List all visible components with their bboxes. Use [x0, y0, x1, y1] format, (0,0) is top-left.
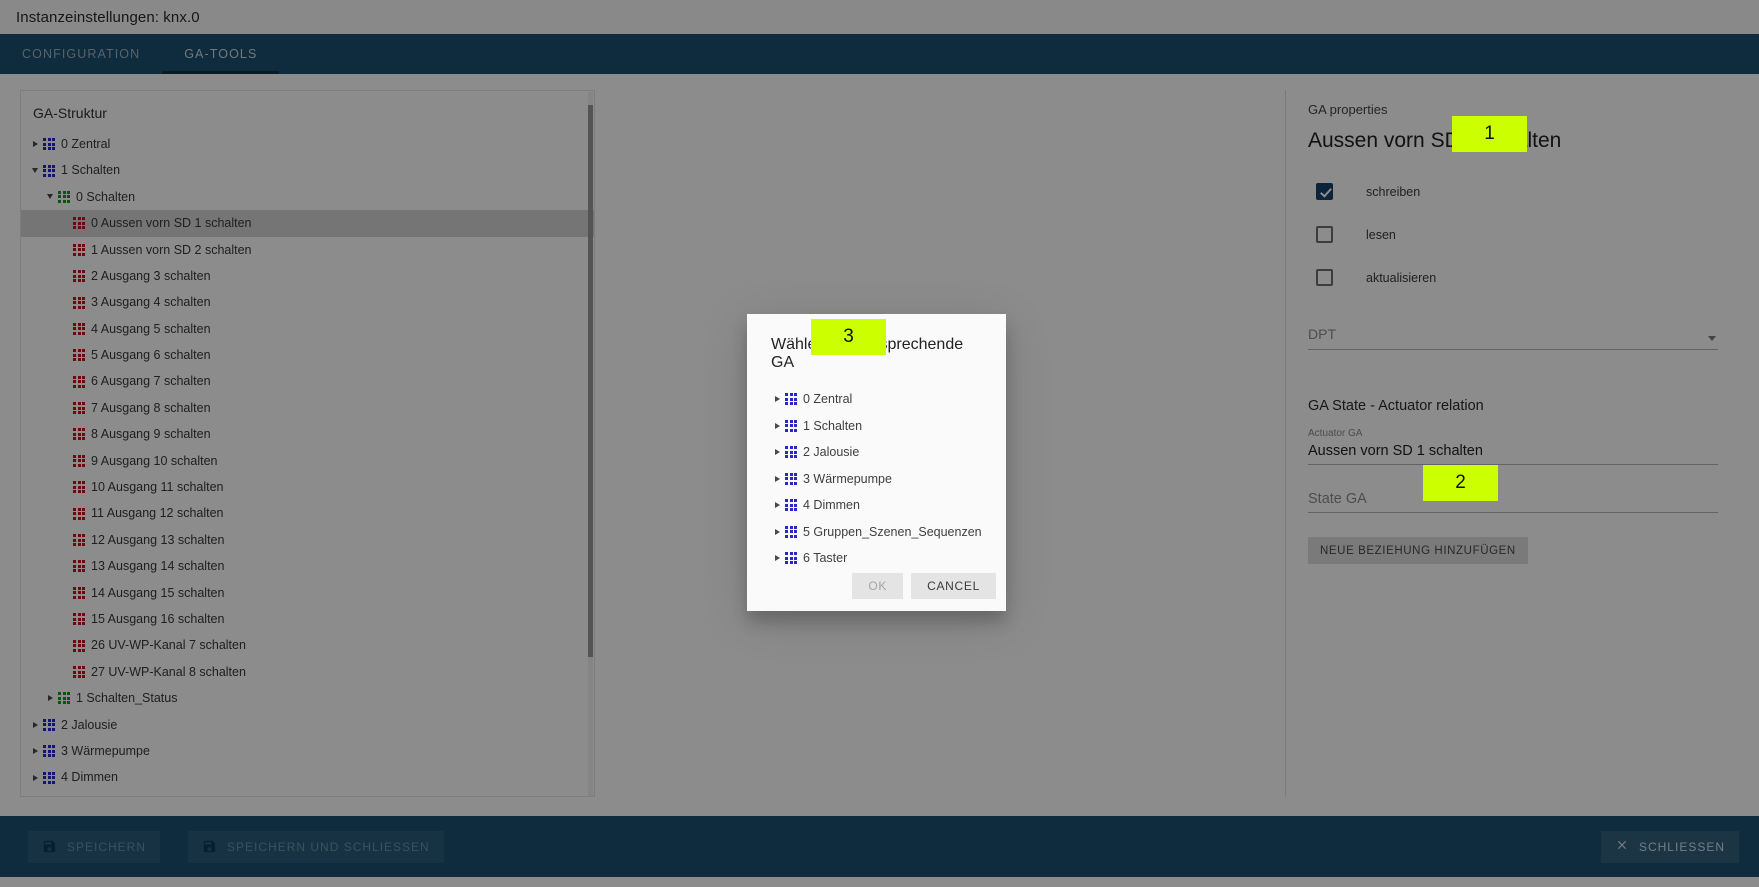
chevron-right-icon[interactable] [769, 444, 785, 460]
chevron-right-icon[interactable] [769, 524, 785, 540]
ga-group-icon [785, 472, 797, 485]
dialog-tree-item-label: 1 Schalten [803, 418, 863, 433]
chevron-right-icon[interactable] [769, 418, 785, 434]
dialog-tree-row[interactable]: 1 Schalten [769, 413, 996, 440]
dialog-tree-row[interactable]: 3 Wärmepumpe [769, 466, 996, 493]
dialog-tree-item-label: 5 Gruppen_Szenen_Sequenzen [803, 524, 982, 539]
dialog-tree: 0 Zentral 1 Schalten 2 Jalousie 3 Wärmepump… [747, 376, 1006, 572]
ga-group-icon [785, 552, 797, 565]
select-ga-dialog: Wählen Sie entsprechende GA 0 Zentral1 S… [747, 314, 1006, 611]
dialog-tree-row[interactable]: 0 Zentral [769, 386, 996, 413]
ga-group-icon [785, 499, 797, 512]
ga-group-icon [785, 446, 797, 459]
dialog-tree-item-label: 3 Wärmepumpe [803, 471, 892, 486]
dialog-cancel-button[interactable]: CANCEL [911, 573, 996, 599]
ga-group-icon [785, 393, 797, 406]
annotation-badge-2: 2 [1423, 465, 1498, 501]
dialog-actions: OK CANCEL [852, 573, 996, 599]
chevron-right-icon[interactable] [769, 471, 785, 487]
annotation-badge-1: 1 [1452, 116, 1527, 152]
dialog-tree-item-label: 0 Zentral [803, 392, 853, 407]
ga-group-icon [785, 419, 797, 432]
dialog-tree-item-label: 6 Taster [803, 551, 848, 566]
chevron-right-icon[interactable] [769, 550, 785, 566]
dialog-tree-row[interactable]: 6 Taster [769, 545, 996, 572]
dialog-tree-row[interactable]: 5 Gruppen_Szenen_Sequenzen [769, 519, 996, 546]
app-window: Instanzeinstellungen: knx.0 CONFIGURATIO… [0, 0, 1759, 887]
dialog-tree-row[interactable]: 4 Dimmen [769, 492, 996, 519]
chevron-right-icon[interactable] [769, 391, 785, 407]
dialog-tree-row[interactable]: 2 Jalousie [769, 439, 996, 466]
dialog-tree-item-label: 4 Dimmen [803, 498, 860, 513]
ga-group-icon [785, 525, 797, 538]
annotation-badge-3: 3 [811, 319, 886, 355]
chevron-right-icon[interactable] [769, 497, 785, 513]
dialog-tree-item-label: 2 Jalousie [803, 445, 860, 460]
dialog-ok-button[interactable]: OK [852, 573, 904, 599]
